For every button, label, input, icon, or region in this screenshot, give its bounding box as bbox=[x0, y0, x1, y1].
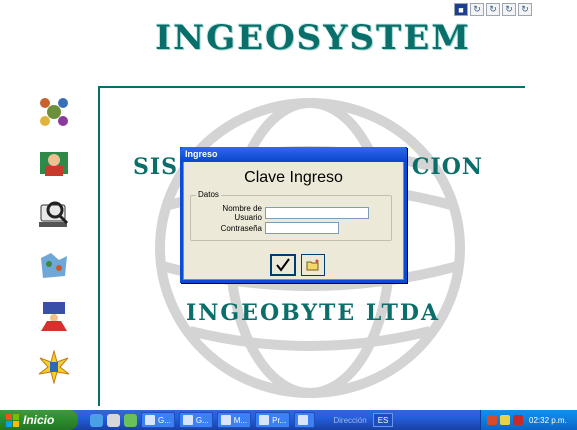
app-icon bbox=[220, 415, 231, 425]
media-icon[interactable] bbox=[124, 413, 137, 427]
open-button[interactable] bbox=[301, 254, 325, 276]
task-label: G... bbox=[195, 415, 209, 425]
language-indicator[interactable]: ES bbox=[372, 413, 394, 427]
tray-volume-icon[interactable] bbox=[500, 415, 510, 425]
dialog-titlebar[interactable]: Ingreso bbox=[180, 147, 407, 162]
toolbar-icon-2[interactable]: ↻ bbox=[470, 3, 484, 16]
windows-logo-icon bbox=[6, 413, 19, 427]
app-icon bbox=[298, 415, 309, 425]
map-icon[interactable] bbox=[34, 245, 74, 285]
folder-icon bbox=[306, 259, 319, 271]
task-button-2[interactable]: G... bbox=[178, 412, 213, 428]
task-button-5[interactable] bbox=[294, 412, 316, 428]
task-label: Pr... bbox=[272, 415, 287, 425]
toolbar-icon-1[interactable]: ■ bbox=[454, 3, 468, 16]
start-button[interactable]: Inicio bbox=[0, 410, 78, 430]
task-button-3[interactable]: M... bbox=[216, 412, 252, 428]
company-name: INGEOBYTE LTDA bbox=[185, 300, 441, 326]
password-field[interactable] bbox=[265, 222, 339, 234]
address-label: Dirección bbox=[333, 415, 367, 425]
app-icon bbox=[259, 415, 270, 425]
group-label: Datos bbox=[196, 190, 221, 199]
browser-icon[interactable] bbox=[90, 413, 103, 427]
taskbar: Inicio G... G... M... Pr... Dirección ES… bbox=[0, 410, 577, 430]
quick-launch bbox=[90, 413, 137, 427]
username-label: Nombre de Usuario bbox=[222, 204, 262, 222]
reading-person-icon[interactable] bbox=[34, 143, 74, 183]
data-groupbox: Datos Nombre de Usuario Contraseña bbox=[190, 190, 392, 241]
frame-left-line bbox=[98, 86, 100, 406]
app-title: INGEOSYSTEM bbox=[155, 18, 471, 58]
tray-shield-icon[interactable] bbox=[513, 415, 523, 425]
task-button-4[interactable]: Pr... bbox=[255, 412, 291, 428]
toolbar-icon-5[interactable]: ↻ bbox=[518, 3, 532, 16]
app-icon bbox=[145, 415, 155, 425]
username-row: Nombre de Usuario bbox=[194, 204, 369, 222]
task-label: M... bbox=[233, 415, 248, 425]
password-row: Contraseña bbox=[194, 222, 339, 234]
checkmark-icon bbox=[276, 258, 290, 272]
start-label: Inicio bbox=[23, 413, 55, 427]
username-field[interactable] bbox=[265, 207, 369, 219]
subtitle-right: CION bbox=[411, 154, 483, 180]
login-dialog: Ingreso Clave Ingreso Datos Nombre de Us… bbox=[180, 147, 407, 283]
app-icon bbox=[182, 415, 193, 425]
task-label: G... bbox=[158, 415, 171, 425]
toolbar-icon-3[interactable]: ↻ bbox=[486, 3, 500, 16]
dialog-heading: Clave Ingreso bbox=[244, 169, 343, 186]
system-tray: 02:32 p.m. bbox=[480, 410, 577, 430]
password-label: Contraseña bbox=[220, 223, 262, 233]
presenter-icon[interactable] bbox=[34, 296, 74, 336]
tray-network-icon[interactable] bbox=[487, 415, 497, 425]
mini-toolbar: ■ ↻ ↻ ↻ ↻ bbox=[454, 3, 532, 16]
starburst-icon[interactable] bbox=[34, 347, 74, 387]
toolbar-icon-4[interactable]: ↻ bbox=[502, 3, 516, 16]
subtitle-left: SIS bbox=[133, 154, 179, 180]
magnifier-computer-icon[interactable] bbox=[34, 194, 74, 234]
clock: 02:32 p.m. bbox=[529, 415, 567, 425]
side-icon-column bbox=[34, 92, 80, 398]
frame-top-line bbox=[98, 86, 525, 88]
team-icon[interactable] bbox=[34, 92, 74, 132]
task-button-1[interactable]: G... bbox=[141, 412, 175, 428]
desktop-icon[interactable] bbox=[107, 413, 120, 427]
accept-button[interactable] bbox=[270, 254, 296, 276]
